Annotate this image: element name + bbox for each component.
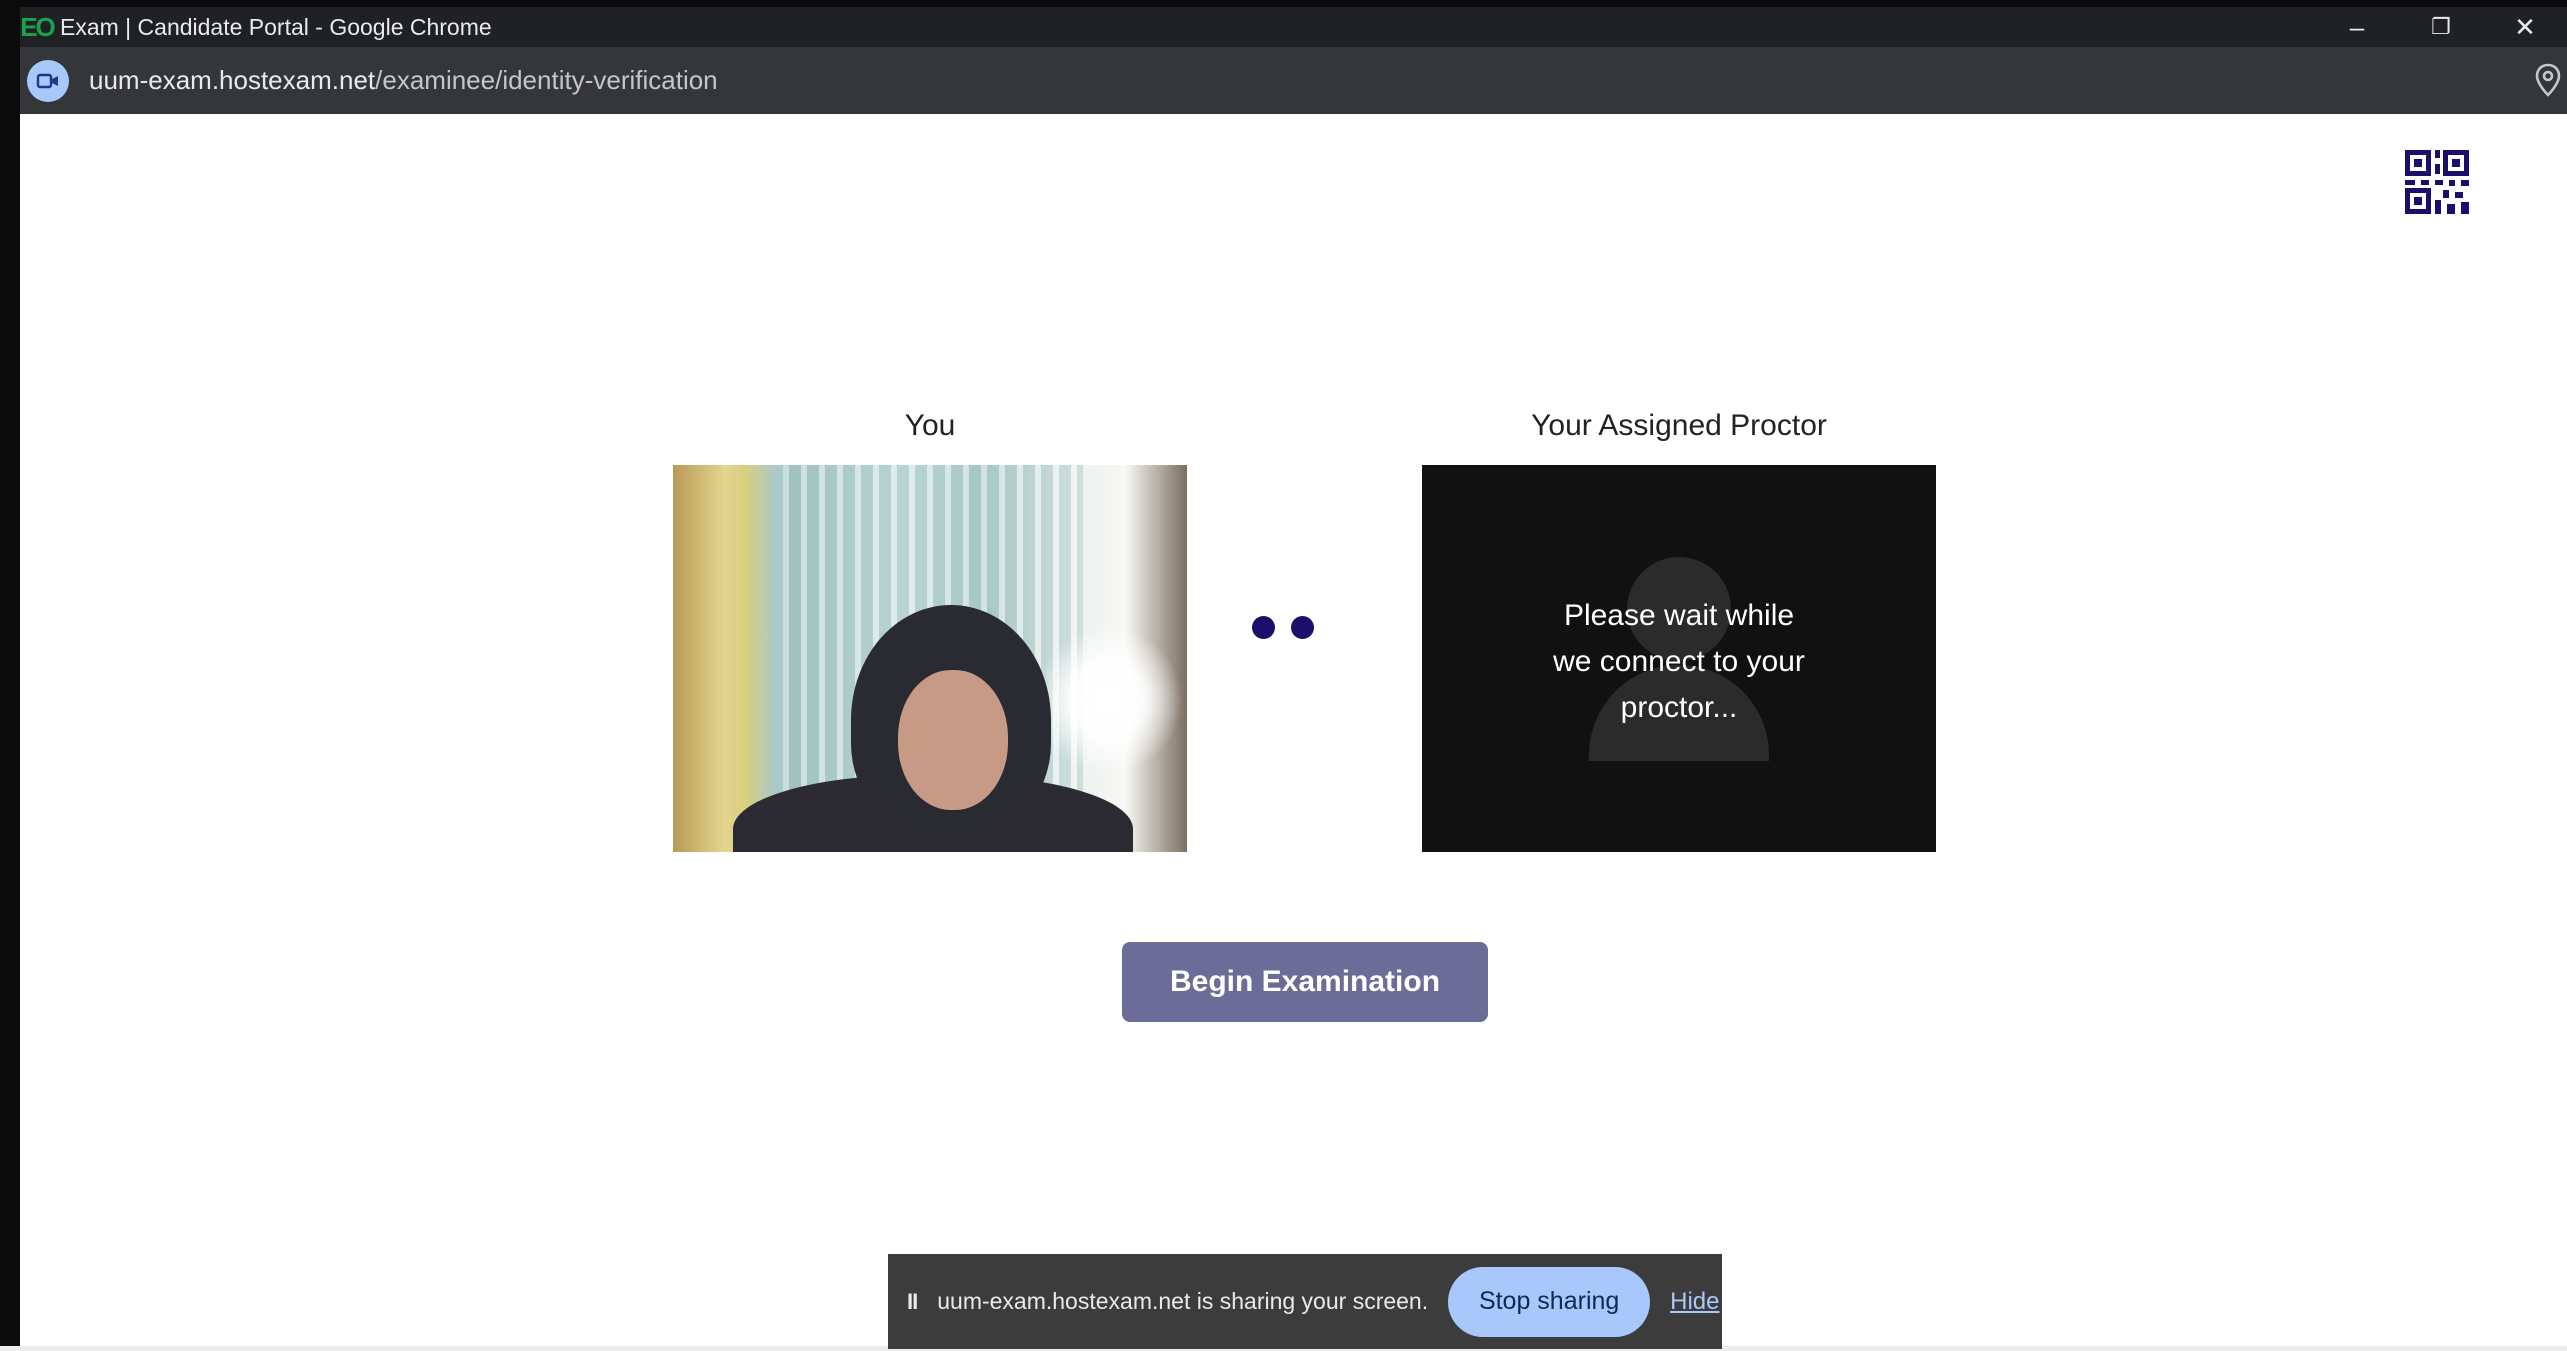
window-controls: – ❐ ✕: [2315, 7, 2567, 47]
stop-sharing-button[interactable]: Stop sharing: [1448, 1266, 1651, 1337]
url-field[interactable]: uum-exam.hostexam.net/examinee/identity-…: [89, 65, 718, 96]
proctor-wait-message: Please wait while we connect to your pro…: [1422, 593, 1936, 731]
minimize-button[interactable]: –: [2315, 7, 2399, 47]
window-frame-left: [0, 0, 20, 1351]
candidate-face: [898, 670, 1008, 810]
url-path: /examinee/identity-verification: [375, 65, 718, 95]
webcam-light-glare: [1033, 625, 1183, 775]
proctor-video-feed: Please wait while we connect to your pro…: [1422, 465, 1936, 852]
begin-examination-button[interactable]: Begin Examination: [1122, 942, 1488, 1022]
sharing-message: uum-exam.hostexam.net is sharing your sc…: [937, 1288, 1429, 1314]
connecting-dot: [1291, 616, 1314, 639]
hide-link[interactable]: Hide: [1670, 1288, 1719, 1316]
proctor-label: Your Assigned Proctor: [1531, 409, 1827, 442]
app-logo: EO: [20, 11, 56, 42]
screen-sharing-bar: II uum-exam.hostexam.net is sharing your…: [888, 1254, 1722, 1349]
video-camera-icon[interactable]: [27, 59, 69, 102]
close-button[interactable]: ✕: [2483, 7, 2567, 47]
qr-code-icon[interactable]: [2405, 150, 2469, 219]
window-title: Exam | Candidate Portal - Google Chrome: [60, 13, 492, 40]
connecting-indicator: [1252, 616, 1314, 639]
window-frame-top: [0, 0, 2567, 7]
browser-title-bar: EO Exam | Candidate Portal - Google Chro…: [20, 7, 2567, 47]
connecting-dot: [1252, 616, 1275, 639]
wait-line-2: we connect to your: [1553, 645, 1805, 678]
address-bar: uum-exam.hostexam.net/examinee/identity-…: [20, 47, 2567, 114]
wait-line-1: Please wait while: [1563, 599, 1795, 632]
you-label: You: [904, 409, 956, 442]
candidate-webcam-feed: [673, 465, 1187, 852]
location-pin-icon[interactable]: [2535, 63, 2561, 102]
restore-button[interactable]: ❐: [2399, 7, 2483, 47]
url-host: uum-exam.hostexam.net: [89, 65, 376, 95]
pause-icon: II: [907, 1288, 918, 1314]
wait-line-3: proctor...: [1620, 691, 1738, 724]
